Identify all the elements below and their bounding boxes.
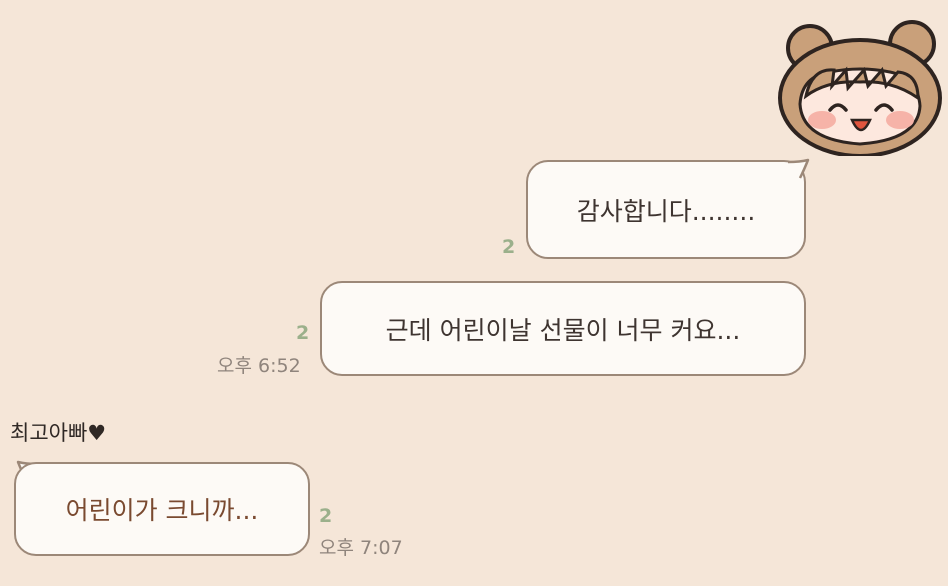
message-text: 어린이가 크니까...: [65, 496, 259, 525]
message-bubble-incoming[interactable]: 어린이가 크니까...: [14, 462, 310, 556]
message-bubble-outgoing[interactable]: 감사합니다........: [526, 160, 806, 259]
bear-hood-avatar-icon: [778, 20, 942, 156]
sender-name[interactable]: 최고아빠♥: [10, 417, 106, 447]
message-bubble-outgoing[interactable]: 근데 어린이날 선물이 너무 커요...: [320, 281, 806, 376]
message-timestamp: 오후 6:52: [217, 355, 301, 377]
unread-count: 2: [296, 322, 310, 344]
message-text: 감사합니다........: [576, 196, 756, 226]
message-text: 근데 어린이날 선물이 너무 커요...: [385, 315, 741, 345]
unread-count: 2: [502, 236, 516, 258]
unread-count: 2: [319, 505, 333, 527]
message-timestamp: 오후 7:07: [319, 537, 403, 559]
bubble-tail: [787, 158, 810, 179]
